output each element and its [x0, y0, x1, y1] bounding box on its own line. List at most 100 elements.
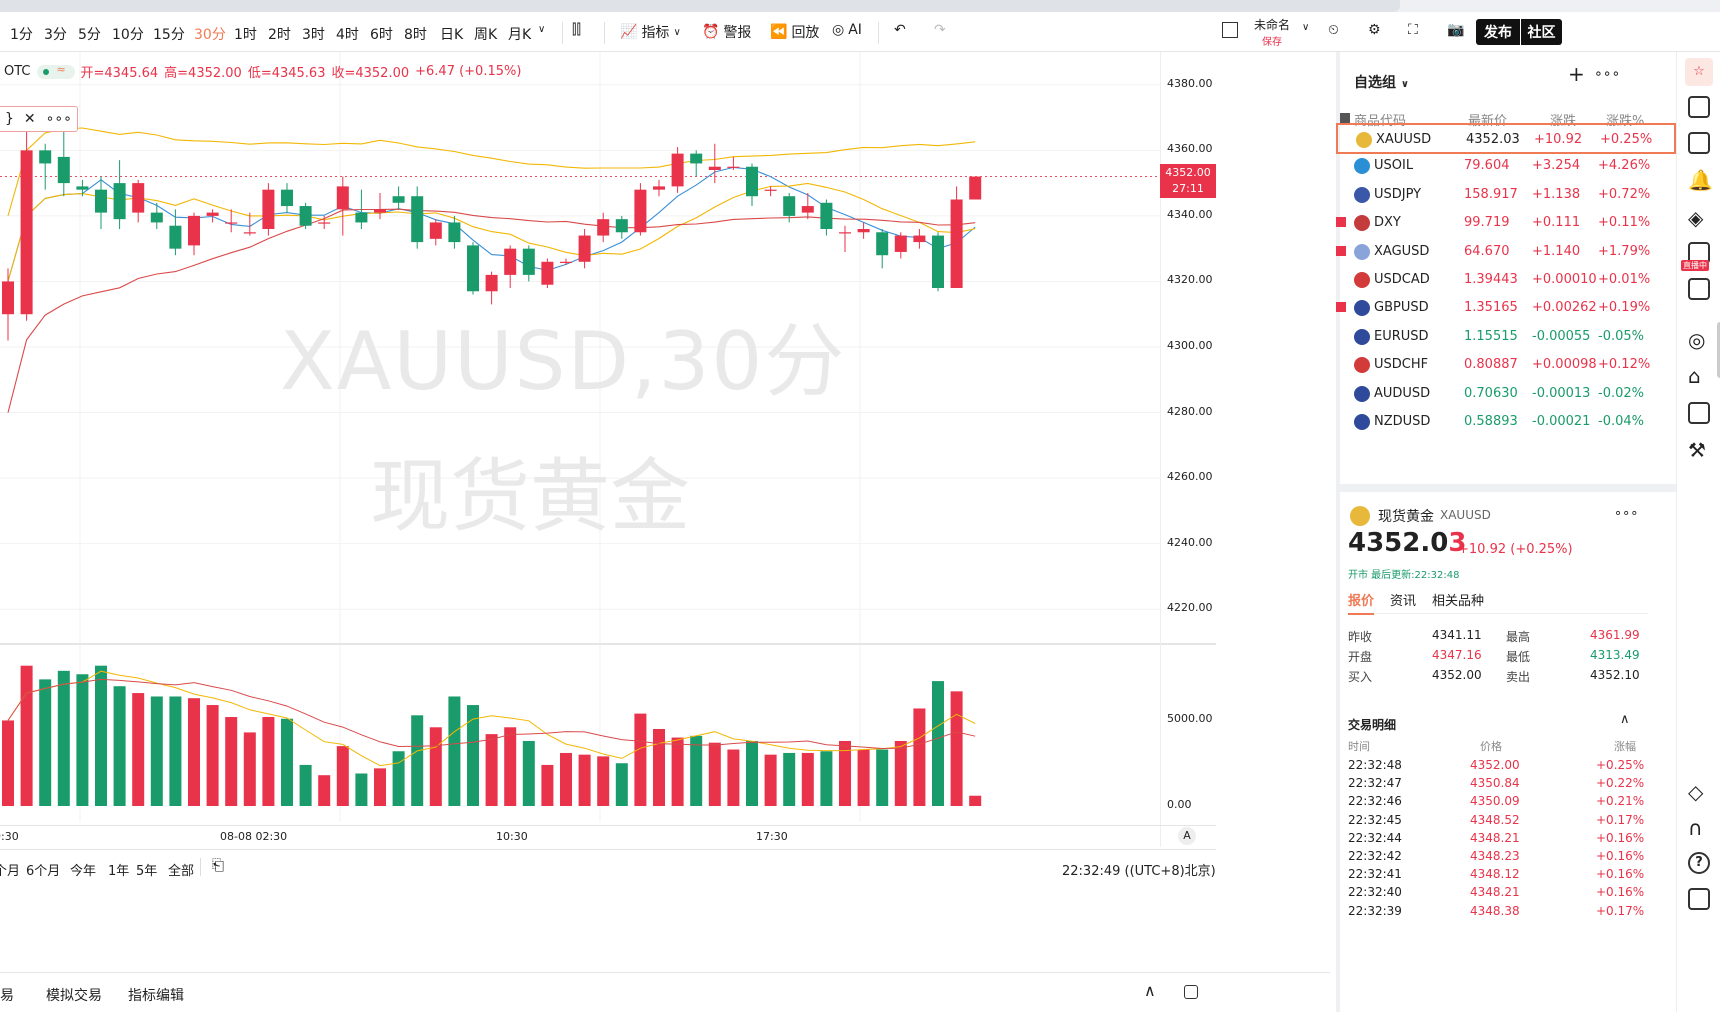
add-icon[interactable]: +: [1568, 62, 1585, 86]
interval-4[interactable]: 15分: [153, 24, 185, 44]
candle: [467, 242, 479, 295]
range-4[interactable]: 5年: [136, 860, 157, 879]
volume-bar: [671, 737, 684, 806]
tab-2[interactable]: 相关品种: [1432, 590, 1484, 609]
alert-button[interactable]: ⏰ 警报: [702, 22, 751, 42]
watchlist-row-audusd[interactable]: AUDUSD 0.70630 -0.00013 -0.02%: [1336, 379, 1676, 410]
volume-bar: [169, 696, 182, 806]
tab-0[interactable]: 报价: [1348, 590, 1375, 615]
price-tick: 4340.00: [1167, 207, 1213, 221]
chevron-down-icon[interactable]: ∨: [538, 24, 545, 35]
interval-10[interactable]: 6时: [370, 24, 393, 44]
volume-bar: [243, 732, 256, 806]
date-range-icon[interactable]: ⎗: [212, 856, 224, 874]
interval-5[interactable]: 30分: [194, 24, 226, 44]
academy-icon[interactable]: ⌂: [1688, 364, 1701, 388]
screenshot-button[interactable]: 📷: [1447, 22, 1464, 38]
fullscreen-button[interactable]: ⛶: [1408, 22, 1418, 38]
detail-price: 4352.03: [1348, 528, 1466, 558]
headset-icon[interactable]: ∩: [1688, 816, 1703, 840]
symbol-flag-icon: [1354, 158, 1370, 175]
chevron-up-icon[interactable]: ∧: [1144, 981, 1156, 1000]
publish-button[interactable]: 发布: [1476, 19, 1520, 45]
target-icon[interactable]: ◎: [1688, 328, 1705, 352]
more-icon[interactable]: ∘∘∘: [1594, 66, 1620, 82]
watchlist-row-usdcad[interactable]: USDCAD 1.39443 +0.00010 +0.01%: [1336, 265, 1676, 296]
ai-label: AI: [848, 22, 862, 38]
watchlist-row-gbpusd[interactable]: GBPUSD 1.35165 +0.00262 +0.19%: [1336, 293, 1676, 324]
handshake-icon[interactable]: ◇: [1688, 780, 1703, 804]
watchlist-title[interactable]: 自选组 ∨: [1354, 72, 1409, 92]
interval-11[interactable]: 8时: [404, 24, 427, 44]
range-2[interactable]: 今年: [70, 860, 96, 879]
interval-7[interactable]: 2时: [268, 24, 291, 44]
layout-name[interactable]: 未命名 保存: [1254, 16, 1290, 48]
price-tick: 4380.00: [1167, 76, 1213, 90]
replay-button[interactable]: ⏪ 回放: [770, 22, 819, 42]
interval-6[interactable]: 1时: [234, 24, 257, 44]
chat-icon[interactable]: [1688, 278, 1710, 300]
watchlist-row-xauusd[interactable]: XAUUSD 4352.03 +10.92 +0.25%: [1336, 123, 1676, 154]
watchlist-row-dxy[interactable]: DXY 99.719 +0.111 +0.11%: [1336, 208, 1676, 239]
chart-type-button[interactable]: ⫿⫿: [572, 22, 581, 38]
interval-9[interactable]: 4时: [336, 24, 359, 44]
watchlist-row-usdchf[interactable]: USDCHF 0.80887 +0.00098 +0.12%: [1336, 350, 1676, 381]
more-icon[interactable]: ∘∘∘: [1614, 506, 1638, 521]
range-1[interactable]: 6个月: [26, 860, 60, 879]
document-icon[interactable]: [1688, 96, 1710, 118]
watchlist-row-eurusd[interactable]: EURUSD 1.15515 -0.00055 -0.05%: [1336, 322, 1676, 353]
interval-12[interactable]: 日K: [440, 24, 463, 44]
tools-icon[interactable]: ⚒: [1688, 438, 1706, 462]
bell-icon[interactable]: 🔔: [1688, 168, 1713, 192]
calendar-icon[interactable]: [1688, 132, 1710, 154]
tab-simulated-trade[interactable]: 模拟交易: [46, 985, 102, 1005]
symbol-code: GBPUSD: [1374, 300, 1429, 316]
tab-trade[interactable]: 交易: [0, 985, 14, 1005]
range-0[interactable]: 个月: [0, 860, 20, 879]
range-5[interactable]: 全部: [168, 860, 194, 879]
interval-8[interactable]: 3时: [302, 24, 325, 44]
time-axis[interactable]: 9:30 08-08 02:30 10:30 17:30: [0, 825, 1216, 849]
range-3[interactable]: 1年: [108, 860, 129, 879]
clipboard-icon[interactable]: [1688, 888, 1710, 910]
watchlist-row-usoil[interactable]: USOIL 79.604 +3.254 +4.26%: [1336, 151, 1676, 182]
volume-bar: [653, 729, 665, 806]
interval-14[interactable]: 月K: [508, 24, 531, 44]
indicator-button[interactable]: 📈 指标 ∨: [620, 22, 681, 42]
more-icon[interactable]: ∘∘∘: [46, 111, 72, 127]
volume-bar: [913, 708, 926, 806]
layers-icon[interactable]: ◈: [1688, 206, 1703, 230]
watchlist-row-nzdusd[interactable]: NZDUSD 0.58893 -0.00021 -0.04%: [1336, 407, 1676, 438]
wave-icon: ≈: [56, 62, 66, 76]
ai-button[interactable]: ◎ AI: [832, 22, 862, 38]
watchlist-row-xagusd[interactable]: XAGUSD 64.670 +1.140 +1.79%: [1336, 237, 1676, 268]
browser-tab[interactable]: [0, 0, 1400, 12]
undo-button[interactable]: ↶: [894, 22, 906, 38]
axis-mode-button[interactable]: A: [1178, 827, 1196, 845]
layout-square-button[interactable]: [1222, 22, 1238, 38]
chevron-up-icon[interactable]: ∧: [1620, 712, 1630, 727]
close-icon[interactable]: ✕: [24, 111, 36, 127]
tab-indicator-edit[interactable]: 指标编辑: [128, 985, 184, 1005]
community-button[interactable]: 社区: [1521, 19, 1562, 45]
watchlist-row-usdjpy[interactable]: USDJPY 158.917 +1.138 +0.72%: [1336, 180, 1676, 211]
watchlist-icon[interactable]: ☆: [1685, 58, 1713, 86]
layout-dropdown[interactable]: ∨: [1302, 22, 1309, 33]
brace-icon[interactable]: }: [5, 111, 14, 127]
restore-icon[interactable]: [1184, 985, 1198, 999]
settings-button[interactable]: ⚙: [1368, 22, 1381, 38]
interval-2[interactable]: 5分: [78, 24, 101, 44]
interval-13[interactable]: 周K: [474, 24, 497, 44]
divider: [200, 858, 201, 876]
interval-3[interactable]: 10分: [112, 24, 144, 44]
help-icon[interactable]: ?: [1688, 852, 1710, 874]
chart-area[interactable]: OTC ≈ 开=4345.64 高=4352.00 低=4345.63 收=43…: [0, 52, 1330, 972]
interval-0[interactable]: 1分: [10, 24, 33, 44]
quick-search-button[interactable]: ⏲: [1328, 22, 1339, 38]
tab-1[interactable]: 资讯: [1390, 590, 1416, 609]
change: -0.00055: [1532, 328, 1591, 344]
table-icon[interactable]: [1688, 402, 1710, 424]
visibility-toggle[interactable]: ≈: [36, 62, 75, 79]
redo-button[interactable]: ↷: [934, 22, 946, 38]
interval-1[interactable]: 3分: [44, 24, 67, 44]
